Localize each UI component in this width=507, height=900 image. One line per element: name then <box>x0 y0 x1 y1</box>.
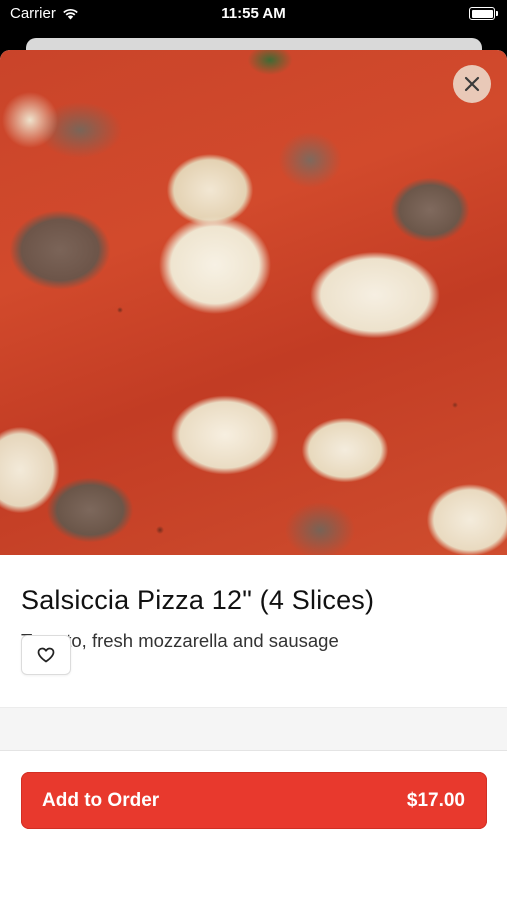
item-image <box>0 50 507 555</box>
heart-icon <box>37 647 55 663</box>
favorite-button[interactable] <box>21 635 71 675</box>
battery-icon <box>469 7 498 20</box>
status-bar: Carrier 11:55 AM <box>0 0 507 30</box>
close-icon <box>464 76 480 92</box>
item-description: Tomato, fresh mozzarella and sausage <box>21 630 339 651</box>
status-time: 11:55 AM <box>221 5 286 22</box>
item-info: Salsiccia Pizza 12" (4 Slices) Tomato, f… <box>21 585 486 652</box>
add-to-order-label: Add to Order <box>42 789 160 811</box>
item-title: Salsiccia Pizza 12" (4 Slices) <box>21 585 375 615</box>
item-price: $17.00 <box>406 789 465 811</box>
close-button[interactable] <box>453 65 491 103</box>
section-divider <box>0 707 507 751</box>
add-to-order-button[interactable]: Add to Order $17.00 <box>21 772 487 829</box>
